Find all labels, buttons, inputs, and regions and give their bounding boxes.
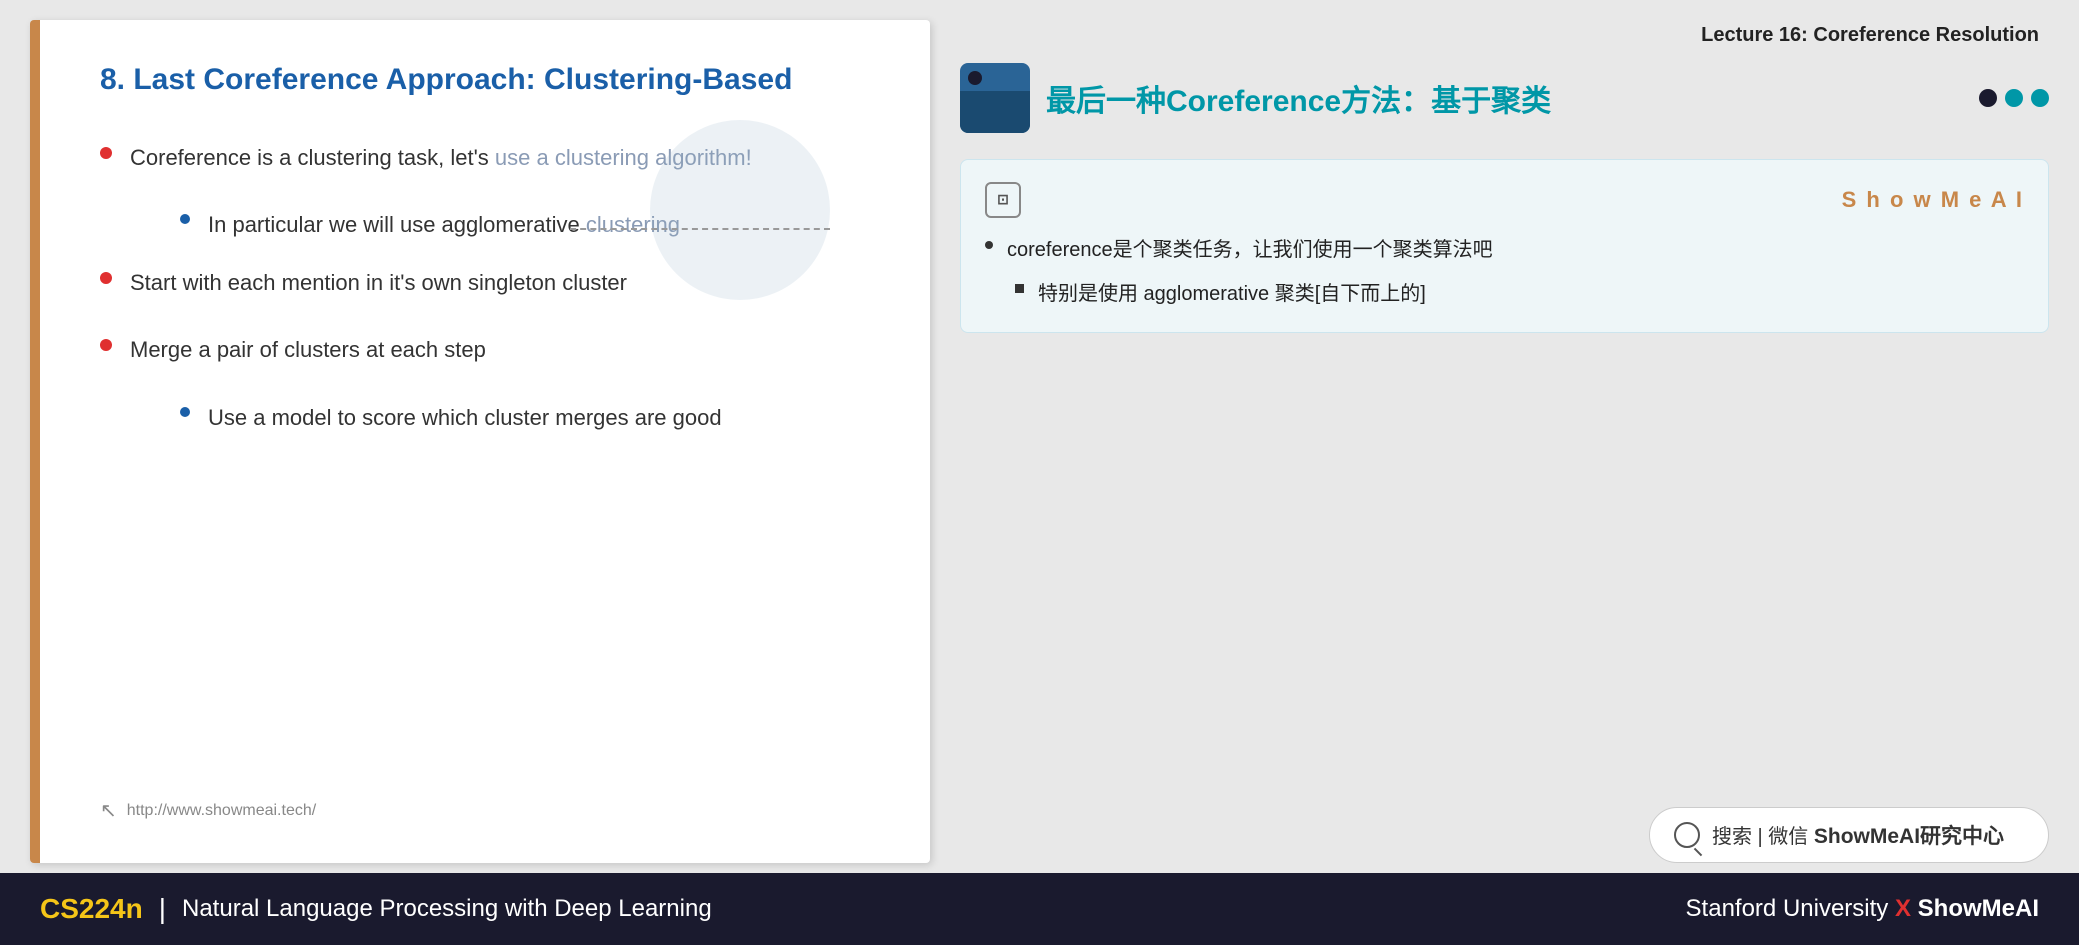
sub-bullet-item-3a: Use a model to score which cluster merge… <box>140 399 880 436</box>
footer-x-mark: X <box>1895 895 1918 922</box>
sub-bullet-text-3a: Use a model to score which cluster merge… <box>208 399 722 436</box>
right-panel: Lecture 16: Coreference Resolution 最后一种C… <box>960 20 2049 863</box>
sub-bullet-text-1a: In particular we will use agglomerative … <box>208 206 680 243</box>
card-sub-sq-1 <box>1015 284 1024 293</box>
card-header: ⊡ S h o w M e A I <box>985 180 2024 220</box>
cursor-icon: ↖ <box>100 798 117 823</box>
bullet-text-2: Start with each mention in it's own sing… <box>130 264 627 301</box>
slide-title: 8. Last Coreference Approach: Clustering… <box>100 60 880 99</box>
footer-university: Stanford University <box>1686 895 1889 922</box>
bullet-dot-red-2 <box>100 272 112 284</box>
lecture-title: Lecture 16: Coreference Resolution <box>960 20 2049 47</box>
bullet-text-3: Merge a pair of clusters at each step <box>130 331 486 368</box>
dot-teal-2 <box>2031 89 2049 107</box>
card-bullet-text-1: coreference是个聚类任务，让我们使用一个聚类算法吧 <box>1007 232 1493 268</box>
bullet-dot-blue-3a <box>180 407 190 417</box>
bullet-dot-blue-1a <box>180 214 190 224</box>
footer-url[interactable]: http://www.showmeai.tech/ <box>127 802 316 820</box>
deco-circle <box>650 120 830 300</box>
footer-bar: CS224n | Natural Language Processing wit… <box>0 873 2079 945</box>
translation-title: 最后一种Coreference方法：基于聚类 <box>1046 76 1551 120</box>
footer-course-name: Natural Language Processing with Deep Le… <box>182 895 712 923</box>
bullet-dot-red-3 <box>100 339 112 351</box>
content-area: 8. Last Coreference Approach: Clustering… <box>0 0 2079 873</box>
translation-header: 最后一种Coreference方法：基于聚类 <box>960 63 2049 133</box>
bullet-dot-red-1 <box>100 147 112 159</box>
showmeai-card: ⊡ S h o w M e A I coreference是个聚类任务，让我们使… <box>960 159 2049 333</box>
translation-dots <box>1979 89 2049 107</box>
search-brand: ShowMeAI研究中心 <box>1814 825 2004 848</box>
dot-teal-1 <box>2005 89 2023 107</box>
search-icon <box>1674 822 1700 848</box>
spacer <box>960 349 2049 791</box>
main-container: 8. Last Coreference Approach: Clustering… <box>0 0 2079 945</box>
card-sub-text-1: 特别是使用 agglomerative 聚类[自下而上的] <box>1038 276 1426 312</box>
search-text: 搜索 | 微信 ShowMeAI研究中心 <box>1712 820 2004 850</box>
dashed-line <box>570 228 830 230</box>
footer-left: CS224n | Natural Language Processing wit… <box>40 893 712 925</box>
card-bullet-1: coreference是个聚类任务，让我们使用一个聚类算法吧 <box>985 232 2024 268</box>
search-box[interactable]: 搜索 | 微信 ShowMeAI研究中心 <box>1649 807 2049 863</box>
showmeai-brand: S h o w M e A I <box>1842 180 2024 220</box>
bullet-item-3: Merge a pair of clusters at each step <box>100 331 880 368</box>
card-sub-bullet-1: 特别是使用 agglomerative 聚类[自下而上的] <box>1015 276 2024 312</box>
footer-course-code: CS224n <box>40 893 143 925</box>
slide-footer: ↖ http://www.showmeai.tech/ <box>100 778 880 823</box>
translation-icon <box>960 63 1030 133</box>
footer-right: Stanford University X ShowMeAI <box>1686 895 2039 923</box>
card-bullet-dot-1 <box>985 241 993 249</box>
slide-panel: 8. Last Coreference Approach: Clustering… <box>30 20 930 863</box>
footer-separator: | <box>159 893 166 925</box>
dot-dark-1 <box>1979 89 1997 107</box>
footer-brand: ShowMeAI <box>1918 895 2039 922</box>
ai-icon: ⊡ <box>985 182 1021 218</box>
icon-dot <box>968 71 982 85</box>
